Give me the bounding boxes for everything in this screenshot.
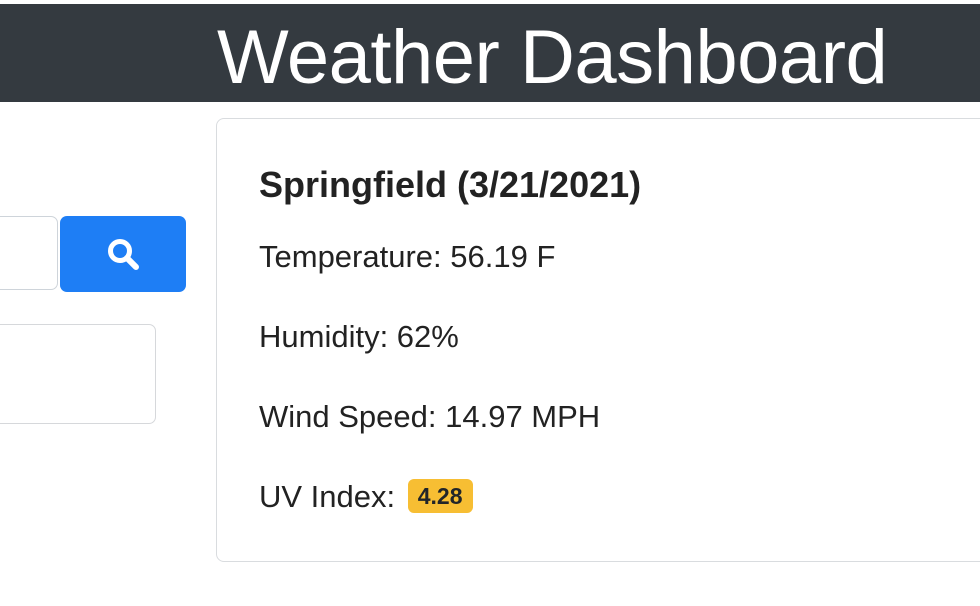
header-bar: Weather Dashboard <box>0 4 980 102</box>
city-date-heading: Springfield (3/21/2021) <box>259 164 642 205</box>
weather-dashboard-page: Weather Dashboard Springfield (3/21/2021… <box>0 0 980 606</box>
uv-index-label: UV Index: <box>259 479 396 514</box>
current-weather-card: Springfield (3/21/2021) Temperature: 56.… <box>216 118 980 562</box>
page-title: Weather Dashboard <box>217 15 888 100</box>
city-search-input[interactable] <box>0 216 58 290</box>
wind-speed-text: Wind Speed: 14.97 MPH <box>259 399 601 434</box>
search-icon <box>108 239 139 270</box>
search-button[interactable] <box>60 216 186 292</box>
humidity-text: Humidity: 62% <box>259 319 459 354</box>
uv-index-badge: 4.28 <box>407 479 473 513</box>
uv-index-row: UV Index: 4.28 <box>259 477 473 517</box>
temperature-text: Temperature: 56.19 F <box>259 239 556 274</box>
search-history-list <box>0 324 156 424</box>
